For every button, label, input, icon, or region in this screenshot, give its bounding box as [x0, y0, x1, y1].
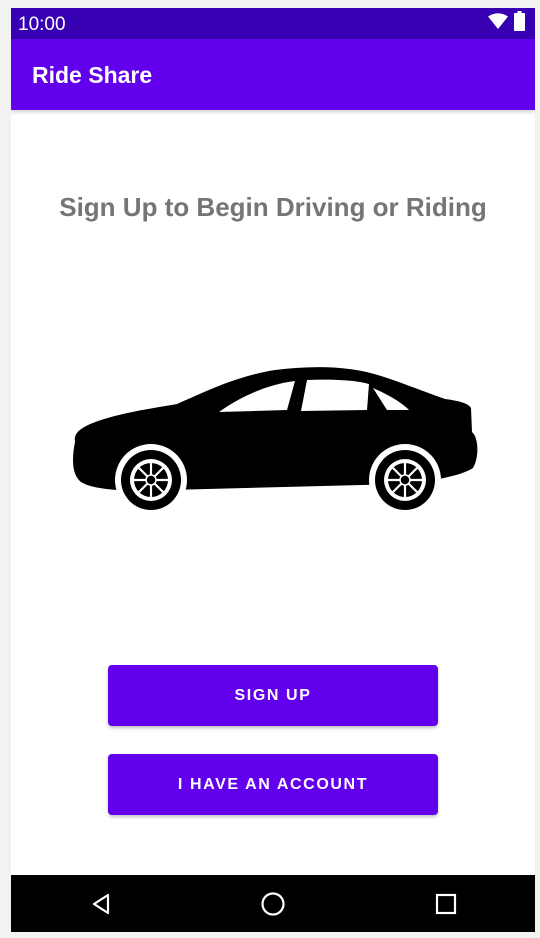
- back-icon[interactable]: [86, 889, 116, 919]
- wifi-icon: [488, 12, 508, 34]
- navigation-bar: [11, 875, 535, 932]
- phone-screen: 10:00 Ride Share Sign Up to Begin Drivin…: [11, 8, 535, 932]
- app-title: Ride Share: [32, 62, 153, 88]
- car-icon: [69, 362, 479, 522]
- recent-apps-icon[interactable]: [431, 889, 461, 919]
- have-account-button[interactable]: I HAVE AN ACCOUNT: [108, 754, 438, 815]
- status-time: 10:00: [18, 14, 66, 35]
- sign-up-button[interactable]: SIGN UP: [108, 665, 438, 726]
- status-bar: 10:00: [11, 8, 535, 39]
- page-headline: Sign Up to Begin Driving or Riding: [59, 192, 487, 222]
- front-wheel: [369, 444, 441, 516]
- app-bar: Ride Share: [11, 39, 535, 110]
- rear-wheel: [115, 444, 187, 516]
- status-icons: [488, 10, 525, 36]
- home-icon[interactable]: [258, 889, 288, 919]
- battery-icon: [514, 10, 525, 36]
